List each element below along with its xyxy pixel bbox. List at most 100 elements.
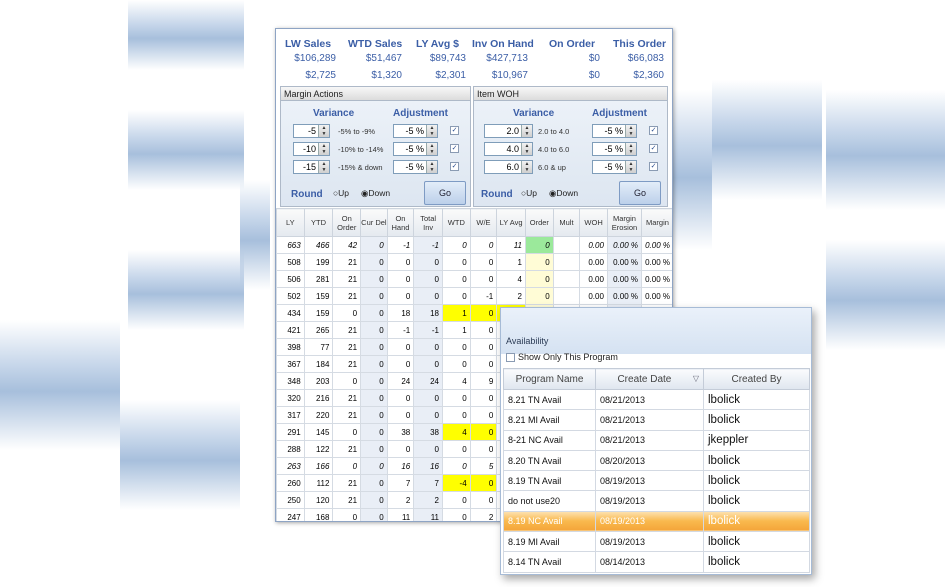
spinner-arrows-icon[interactable]: ▲ ▼	[625, 143, 636, 155]
spinner-arrows-icon[interactable]: ▲ ▼	[426, 125, 437, 137]
grid-column-header[interactable]: YTD	[303, 208, 334, 237]
grid-column-header[interactable]: WTD	[442, 208, 471, 237]
spinner-arrows-icon[interactable]: ▲ ▼	[521, 161, 532, 173]
create-date-cell: 08/21/2013	[595, 429, 704, 451]
availability-row[interactable]: 8.21 TN Avail 08/21/2013 lbolick	[503, 388, 810, 411]
grid-cell: 0	[386, 253, 415, 271]
grid-row[interactable]: 663 466 42 0 -1 -1 0 0 11 0 0.00 0.00 % 0.00 %	[276, 236, 672, 254]
margin-apply-checkbox-2[interactable]: ✓	[450, 144, 459, 153]
grid-cell: 1	[442, 321, 471, 339]
availability-row[interactable]: 8-21 NC Avail 08/21/2013 jkeppler	[503, 429, 810, 451]
margin-adjustment-spinner-1[interactable]: -5 % ▲ ▼	[393, 124, 438, 138]
availability-row[interactable]: 8.19 TN Avail 08/19/2013 lbolick	[503, 470, 810, 492]
availability-row[interactable]: 8.19 MI Avail 08/19/2013 lbolick	[503, 531, 810, 553]
grid-column-header[interactable]: On Order	[332, 208, 362, 237]
grid-column-header[interactable]: LY	[276, 208, 305, 237]
grid-column-header[interactable]: WOH	[579, 208, 608, 237]
grid-column-header[interactable]: Cur Del	[360, 208, 388, 237]
woh-variance-spinner-3[interactable]: 6.0 ▲ ▼	[484, 160, 533, 174]
background-band	[240, 180, 270, 290]
availability-row[interactable]: 8.14 TN Avail 08/14/2013 lbolick	[503, 551, 810, 573]
grid-cell: 21	[332, 287, 362, 305]
grid-column-header[interactable]: LY Avg	[496, 208, 526, 237]
grid-cell[interactable]: 0	[525, 236, 554, 254]
spinner-arrows-icon[interactable]: ▲ ▼	[426, 161, 437, 173]
grid-row[interactable]: 506 281 21 0 0 0 0 0 4 0 0.00 0.00 % 0.00 %	[276, 270, 672, 288]
grid-cell: 18	[386, 304, 415, 322]
spinner-value: -5 %	[604, 144, 623, 154]
availability-row[interactable]: 8.21 MI Avail 08/21/2013 lbolick	[503, 409, 810, 431]
grid-cell: 11	[496, 236, 526, 254]
spinner-arrows-icon[interactable]: ▲ ▼	[426, 143, 437, 155]
filter-icon[interactable]: ▽	[693, 374, 699, 383]
summary-header-ly-avg: LY Avg $	[416, 38, 459, 50]
round-down-radio[interactable]: ◉Down	[361, 188, 390, 199]
margin-variance-spinner-2[interactable]: -10 ▲ ▼	[293, 142, 330, 156]
spinner-arrows-icon[interactable]: ▲ ▼	[625, 161, 636, 173]
grid-cell: 159	[303, 287, 334, 305]
spinner-arrows-icon[interactable]: ▲ ▼	[521, 143, 532, 155]
margin-adjustment-spinner-2[interactable]: -5 % ▲ ▼	[393, 142, 438, 156]
program-name-cell: 8.21 MI Avail	[503, 409, 596, 431]
adjustment-header: Adjustment	[592, 108, 647, 119]
grid-row[interactable]: 502 159 21 0 0 0 0 -1 2 0 0.00 0.00 % 0.00 %	[276, 287, 672, 305]
woh-apply-checkbox-2[interactable]: ✓	[649, 144, 658, 153]
range-label: -5% to -9%	[338, 127, 376, 136]
grid-cell: 0.00 %	[640, 287, 672, 305]
availability-row[interactable]: 8.19 NC Avail 08/19/2013 lbolick	[503, 510, 810, 533]
spinner-arrows-icon[interactable]: ▲ ▼	[318, 161, 329, 173]
spinner-arrows-icon[interactable]: ▲ ▼	[318, 125, 329, 137]
program-name-cell: 8.19 NC Avail	[503, 510, 596, 533]
show-only-checkbox[interactable]	[506, 353, 515, 363]
grid-column-header[interactable]: Mult	[552, 208, 581, 237]
column-header-create-date[interactable]: Create Date ▽	[595, 368, 704, 390]
grid-cell: 0	[442, 270, 471, 288]
woh-apply-checkbox-3[interactable]: ✓	[649, 162, 658, 171]
grid-column-header[interactable]: Total Inv	[413, 208, 443, 237]
grid-cell: 0.00	[579, 236, 608, 254]
grid-cell: 0	[386, 406, 415, 424]
grid-cell[interactable]: 0	[525, 270, 554, 288]
margin-variance-spinner-3[interactable]: -15 ▲ ▼	[293, 160, 330, 174]
woh-variance-spinner-2[interactable]: 4.0 ▲ ▼	[484, 142, 533, 156]
availability-row[interactable]: 8.20 TN Avail 08/20/2013 lbolick	[503, 449, 810, 472]
round-down-radio[interactable]: ◉Down	[549, 188, 578, 199]
woh-variance-spinner-1[interactable]: 2.0 ▲ ▼	[484, 124, 533, 138]
availability-row[interactable]: do not use20 08/19/2013 lbolick	[503, 490, 810, 512]
margin-apply-checkbox-3[interactable]: ✓	[450, 162, 459, 171]
grid-cell: 203	[303, 372, 334, 390]
grid-cell: 0	[442, 457, 471, 475]
round-up-radio[interactable]: ○Up	[333, 188, 349, 198]
woh-adjustment-spinner-1[interactable]: -5 % ▲ ▼	[592, 124, 637, 138]
spinner-arrows-icon[interactable]: ▲ ▼	[318, 143, 329, 155]
grid-cell: 4	[496, 270, 526, 288]
grid-row[interactable]: 508 199 21 0 0 0 0 0 1 0 0.00 0.00 % 0.00 %	[276, 253, 672, 271]
show-only-program-option[interactable]: Show Only This Program	[506, 352, 618, 363]
grid-cell: 0	[332, 508, 362, 521]
woh-adjustment-spinner-3[interactable]: -5 % ▲ ▼	[592, 160, 637, 174]
grid-column-header[interactable]: Margin Erosion	[606, 208, 642, 237]
woh-apply-checkbox-1[interactable]: ✓	[649, 126, 658, 135]
margin-variance-spinner-1[interactable]: -5 ▲ ▼	[293, 124, 330, 138]
grid-column-header[interactable]: Order	[525, 208, 554, 237]
grid-column-header[interactable]: Margin	[640, 208, 672, 237]
grid-column-header[interactable]: On Hand	[386, 208, 415, 237]
woh-adjustment-spinner-2[interactable]: -5 % ▲ ▼	[592, 142, 637, 156]
margin-apply-checkbox-1[interactable]: ✓	[450, 126, 459, 135]
grid-cell: 0	[469, 406, 498, 424]
spinner-arrows-icon[interactable]: ▲ ▼	[521, 125, 532, 137]
grid-column-header[interactable]: W/E	[469, 208, 498, 237]
woh-go-button[interactable]: Go	[619, 181, 661, 205]
column-header-created-by[interactable]: Created By	[703, 368, 810, 390]
margin-adjustment-spinner-3[interactable]: -5 % ▲ ▼	[393, 160, 438, 174]
grid-cell: 220	[303, 406, 334, 424]
grid-cell	[552, 270, 581, 288]
grid-cell[interactable]: 0	[525, 253, 554, 271]
round-up-radio[interactable]: ○Up	[521, 188, 537, 198]
program-name-cell: 8-21 NC Avail	[503, 429, 596, 451]
grid-cell[interactable]: 0	[525, 287, 554, 305]
column-header-program-name[interactable]: Program Name	[503, 368, 596, 390]
grid-cell: -1	[469, 287, 498, 305]
spinner-arrows-icon[interactable]: ▲ ▼	[625, 125, 636, 137]
margin-go-button[interactable]: Go	[424, 181, 466, 205]
